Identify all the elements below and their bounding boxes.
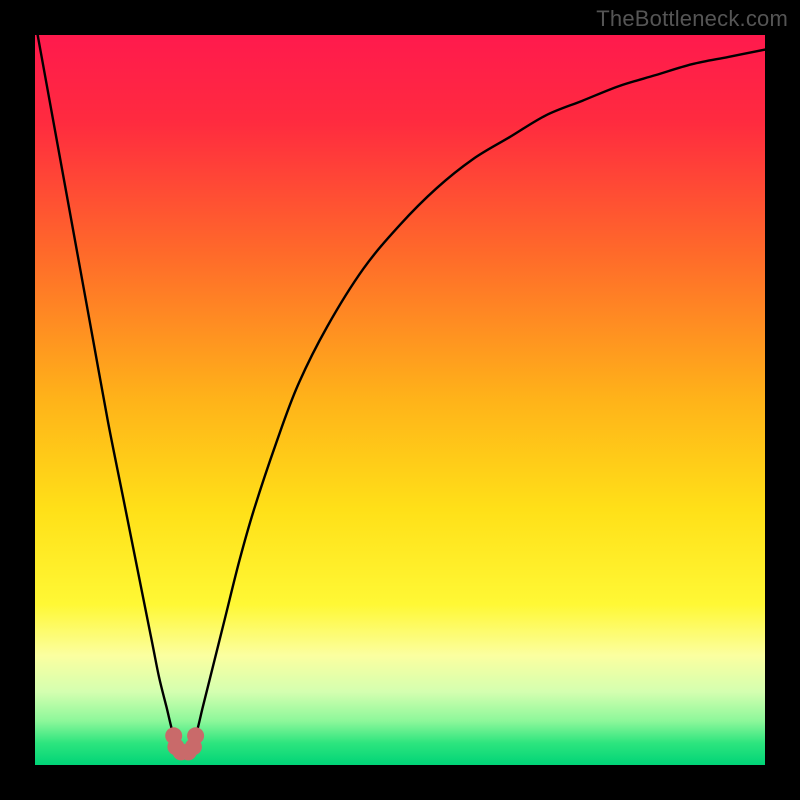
plot-area — [35, 35, 765, 765]
trough-markers — [165, 727, 204, 760]
trough-marker — [187, 727, 204, 744]
watermark-text: TheBottleneck.com — [596, 6, 788, 32]
curve-layer — [35, 35, 765, 765]
chart-frame: TheBottleneck.com — [0, 0, 800, 800]
bottleneck-curve — [35, 35, 765, 752]
